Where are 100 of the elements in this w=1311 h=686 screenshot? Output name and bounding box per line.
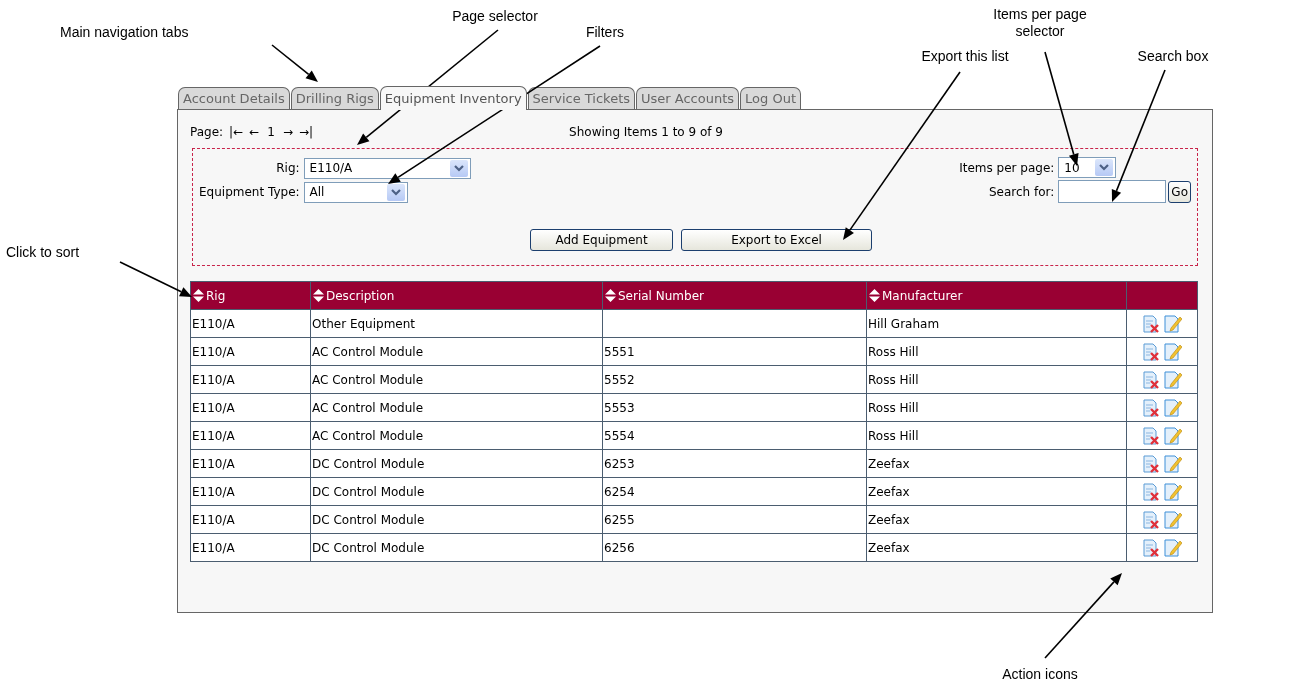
search-field[interactable] — [1058, 180, 1167, 203]
table-cell: AC Control Module — [310, 393, 603, 422]
action-button[interactable]: Add Equipment — [530, 229, 673, 251]
tab[interactable]: Service Tickets — [527, 87, 636, 109]
caret-icon — [453, 164, 464, 172]
dropdown-button[interactable] — [1095, 159, 1114, 176]
callout-label: Main navigation tabs — [60, 24, 190, 41]
table-cell: 6256 — [602, 533, 867, 562]
table-cell: E110/A — [190, 309, 311, 338]
items-summary: Showing Items 1 to 9 of 9 — [569, 124, 723, 141]
delete-document-icon[interactable] — [1142, 342, 1160, 361]
dropdown[interactable]: E110/A — [303, 157, 471, 179]
callout-label: Action icons — [1001, 666, 1079, 683]
table-cell: DC Control Module — [310, 449, 603, 478]
first-page-link[interactable]: |← — [229, 123, 244, 141]
table-cell: DC Control Module — [310, 533, 603, 562]
table-cell: E110/A — [190, 449, 311, 478]
edit-document-icon[interactable] — [1164, 426, 1182, 445]
edit-document-icon[interactable] — [1164, 314, 1182, 333]
current-page: 1 — [267, 124, 275, 141]
tab[interactable]: Equipment Inventory — [379, 86, 527, 110]
tab[interactable]: Log Out — [740, 87, 801, 109]
table-cell: Ross Hill — [866, 337, 1127, 366]
table-cell: E110/A — [190, 505, 311, 534]
table-cell: E110/A — [190, 393, 311, 422]
dropdown-button[interactable] — [386, 183, 405, 201]
table-cell: E110/A — [190, 337, 311, 366]
callout-label: Export this list — [920, 48, 1010, 65]
dropdown[interactable]: All — [303, 181, 408, 203]
table-cell: Zeefax — [866, 449, 1127, 478]
callout-label: Click to sort — [6, 244, 81, 261]
arrow — [271, 44, 318, 82]
column-header[interactable]: Rig — [190, 281, 311, 310]
rig-label: Rig: — [275, 160, 300, 177]
delete-document-icon[interactable] — [1142, 538, 1160, 557]
table-cell: Other Equipment — [310, 309, 603, 338]
equipment-type-label: Equipment Type: — [199, 184, 300, 201]
edit-document-icon[interactable] — [1164, 398, 1182, 417]
table-cell: 6253 — [602, 449, 867, 478]
table-cell: DC Control Module — [310, 505, 603, 534]
callout-label: Filters — [584, 24, 626, 41]
table-cell: 6254 — [602, 477, 867, 506]
search-label: Search for: — [988, 183, 1055, 201]
delete-document-icon[interactable] — [1142, 482, 1160, 501]
table-cell: AC Control Module — [310, 421, 603, 450]
delete-document-icon[interactable] — [1142, 398, 1160, 417]
go-button[interactable]: Go — [1168, 180, 1191, 203]
tab[interactable]: Account Details — [178, 87, 290, 109]
table-cell: E110/A — [190, 533, 311, 562]
sort-icon — [313, 289, 324, 302]
dropdown[interactable]: 10 — [1058, 157, 1117, 178]
edit-document-icon[interactable] — [1164, 370, 1182, 389]
caret-icon — [1099, 164, 1110, 171]
callout-label: Search box — [1136, 48, 1210, 65]
table-cell: 5554 — [602, 421, 867, 450]
edit-document-icon[interactable] — [1164, 482, 1182, 501]
table-cell: Zeefax — [866, 505, 1127, 534]
delete-document-icon[interactable] — [1142, 454, 1160, 473]
delete-document-icon[interactable] — [1142, 510, 1160, 529]
sort-icon — [605, 289, 616, 302]
edit-document-icon[interactable] — [1164, 342, 1182, 361]
table-cell: Zeefax — [866, 533, 1127, 562]
delete-document-icon[interactable] — [1142, 370, 1160, 389]
table-cell: E110/A — [190, 421, 311, 450]
dropdown-button[interactable] — [449, 159, 468, 177]
table-cell: Ross Hill — [866, 365, 1127, 394]
table-cell: 6255 — [602, 505, 867, 534]
edit-document-icon[interactable] — [1164, 538, 1182, 557]
table-cell: Zeefax — [866, 477, 1127, 506]
table-cell: AC Control Module — [310, 365, 603, 394]
items-per-page-label: Items per page: — [959, 159, 1055, 177]
table-cell: 5552 — [602, 365, 867, 394]
table-cell: DC Control Module — [310, 477, 603, 506]
tab[interactable]: User Accounts — [636, 87, 740, 109]
table-cell: Ross Hill — [866, 421, 1127, 450]
previous-page-link[interactable]: ← — [249, 123, 260, 141]
table-cell: E110/A — [190, 365, 311, 394]
table-cell: 5553 — [602, 393, 867, 422]
delete-document-icon[interactable] — [1142, 426, 1160, 445]
column-header[interactable]: Manufacturer — [866, 281, 1127, 310]
tab[interactable]: Drilling Rigs — [290, 87, 379, 109]
delete-document-icon[interactable] — [1142, 314, 1160, 333]
edit-document-icon[interactable] — [1164, 454, 1182, 473]
action-button[interactable]: Export to Excel — [681, 229, 872, 251]
page-label: Page: — [190, 124, 224, 141]
table-cell: AC Control Module — [310, 337, 603, 366]
column-header[interactable]: Description — [310, 281, 603, 310]
table-cell: 5551 — [602, 337, 867, 366]
table-cell: E110/A — [190, 477, 311, 506]
last-page-link[interactable]: →| — [298, 123, 314, 141]
sort-icon — [869, 289, 880, 302]
edit-document-icon[interactable] — [1164, 510, 1182, 529]
callout-label: Items per page selector — [992, 6, 1088, 40]
table-cell: Hill Graham — [866, 309, 1127, 338]
caret-icon — [390, 188, 401, 196]
sort-icon — [193, 289, 204, 302]
callout-label: Page selector — [451, 8, 539, 25]
column-header[interactable]: Serial Number — [602, 281, 867, 310]
table-cell: Ross Hill — [866, 393, 1127, 422]
next-page-link[interactable]: → — [282, 123, 293, 141]
